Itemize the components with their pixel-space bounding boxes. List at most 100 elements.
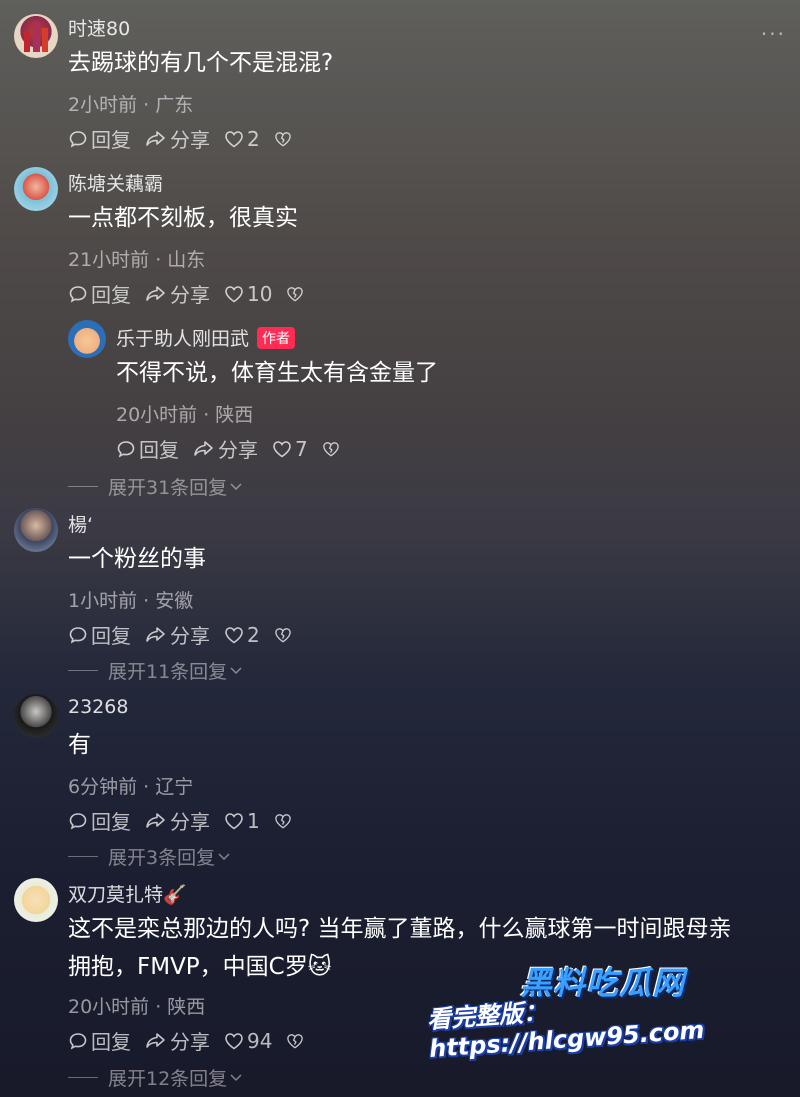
reply-icon <box>69 812 87 830</box>
comment-text: 一点都不刻板，很真实 <box>68 205 298 231</box>
reply-icon <box>69 130 87 148</box>
like-button[interactable]: 1 <box>224 809 260 833</box>
like-button[interactable]: 2 <box>224 623 260 647</box>
comment-username[interactable]: 楊‘ <box>68 510 93 537</box>
broken-heart-icon <box>287 286 304 301</box>
comment-meta: 20小时前 · 陕西 <box>68 996 206 1018</box>
avatar[interactable] <box>68 320 106 358</box>
reply-label: 回复 <box>91 283 131 307</box>
like-count: 94 <box>247 1028 273 1053</box>
share-label: 分享 <box>170 1030 210 1054</box>
share-button[interactable]: 分享 <box>145 1026 210 1055</box>
broken-heart-icon <box>274 627 291 642</box>
comment-text: 不得不说，体育生太有含金量了 <box>116 360 438 386</box>
reply-icon <box>69 626 87 644</box>
reply-label: 回复 <box>139 438 179 462</box>
divider-line <box>68 670 98 671</box>
comment-meta: 1小时前 · 安徽 <box>68 590 194 612</box>
divider-line <box>68 856 98 857</box>
avatar[interactable] <box>14 508 58 552</box>
like-button[interactable]: 94 <box>224 1029 272 1053</box>
avatar[interactable] <box>14 878 58 922</box>
like-count: 10 <box>247 281 273 306</box>
reply-button[interactable]: 回复 <box>116 434 179 463</box>
heart-icon <box>225 1032 243 1049</box>
reply-icon <box>117 440 135 458</box>
share-button[interactable]: 分享 <box>193 434 258 463</box>
share-icon <box>194 440 213 456</box>
expand-replies-label: 展开31条回复 <box>108 477 228 499</box>
divider-line <box>68 486 98 487</box>
expand-replies-button[interactable]: 展开31条回复 <box>68 473 243 500</box>
dislike-button[interactable] <box>286 1033 307 1049</box>
comment-text-line1: 这不是栾总那边的人吗? 当年赢了董路，什么赢球第一时间跟母亲 <box>68 916 732 942</box>
reply-label: 回复 <box>91 624 131 648</box>
expand-replies-button[interactable]: 展开12条回复 <box>68 1064 243 1091</box>
like-count: 7 <box>295 436 308 461</box>
more-options-icon[interactable]: ··· <box>761 22 786 46</box>
comment-text-line2: 拥抱，FMVP，中国C罗🐱 <box>68 954 332 980</box>
share-icon <box>146 626 165 642</box>
expand-replies-button[interactable]: 展开11条回复 <box>68 657 243 684</box>
reply-username[interactable]: 乐于助人刚田武 <box>116 328 249 350</box>
comment-username[interactable]: 时速80 <box>68 14 130 41</box>
like-button[interactable]: 2 <box>224 127 260 151</box>
avatar[interactable] <box>14 694 58 738</box>
heart-icon <box>273 440 291 457</box>
heart-icon <box>225 285 243 302</box>
chevron-down-icon <box>218 852 230 860</box>
comment-meta: 20小时前 · 陕西 <box>116 404 254 426</box>
comment-text: 一个粉丝的事 <box>68 546 206 572</box>
share-icon <box>146 285 165 301</box>
watermark-url: 看完整版：https://hlcgw95.com <box>426 997 706 1063</box>
expand-replies-button[interactable]: 展开3条回复 <box>68 843 231 870</box>
share-button[interactable]: 分享 <box>145 806 210 835</box>
reply-button[interactable]: 回复 <box>68 1026 131 1055</box>
share-label: 分享 <box>170 283 210 307</box>
expand-replies-label: 展开11条回复 <box>108 661 228 683</box>
share-button[interactable]: 分享 <box>145 279 210 308</box>
comment-username[interactable]: 23268 <box>68 696 128 718</box>
reply-button[interactable]: 回复 <box>68 279 131 308</box>
broken-heart-icon <box>322 441 339 456</box>
share-button[interactable]: 分享 <box>145 124 210 153</box>
reply-button[interactable]: 回复 <box>68 124 131 153</box>
avatar[interactable] <box>14 14 58 58</box>
like-count: 2 <box>247 622 260 647</box>
comment-username[interactable]: 双刀莫扎特🎸 <box>68 880 187 907</box>
reply-button[interactable]: 回复 <box>68 806 131 835</box>
reply-button[interactable]: 回复 <box>68 620 131 649</box>
dislike-button[interactable] <box>274 627 295 643</box>
like-button[interactable]: 10 <box>224 282 272 306</box>
expand-replies-label: 展开3条回复 <box>108 847 216 869</box>
like-count: 2 <box>247 126 260 151</box>
share-icon <box>146 1032 165 1048</box>
comment-username[interactable]: 陈塘关藕霸 <box>68 169 163 196</box>
dislike-button[interactable] <box>274 813 295 829</box>
reply-label: 回复 <box>91 810 131 834</box>
dislike-button[interactable] <box>274 131 295 147</box>
share-label: 分享 <box>170 624 210 648</box>
share-button[interactable]: 分享 <box>145 620 210 649</box>
avatar[interactable] <box>14 167 58 211</box>
comment-meta: 2小时前 · 广东 <box>68 94 194 116</box>
broken-heart-icon <box>274 813 291 828</box>
comment-text: 有 <box>68 732 91 758</box>
like-button[interactable]: 7 <box>272 437 308 461</box>
reply-label: 回复 <box>91 128 131 152</box>
reply-icon <box>69 1032 87 1050</box>
share-label: 分享 <box>170 810 210 834</box>
expand-replies-label: 展开12条回复 <box>108 1068 228 1090</box>
comment-username: 乐于助人刚田武 作者 <box>116 324 296 351</box>
author-badge: 作者 <box>257 327 296 349</box>
share-icon <box>146 812 165 828</box>
chevron-down-icon <box>230 666 242 674</box>
comment-text: 去踢球的有几个不是混混? <box>68 50 334 76</box>
broken-heart-icon <box>274 131 291 146</box>
broken-heart-icon <box>287 1033 304 1048</box>
comment-meta: 6分钟前 · 辽宁 <box>68 776 194 798</box>
share-label: 分享 <box>218 438 258 462</box>
dislike-button[interactable] <box>322 441 343 457</box>
dislike-button[interactable] <box>286 286 307 302</box>
share-label: 分享 <box>170 128 210 152</box>
